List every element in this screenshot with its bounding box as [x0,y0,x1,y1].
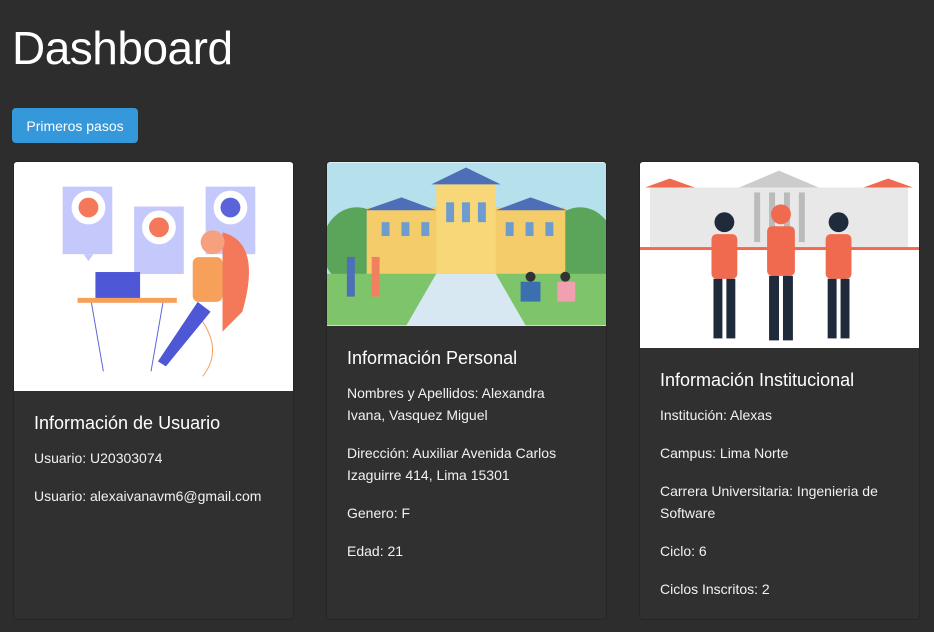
career-field: Carrera Universitaria: Ingenieria de Sof… [660,483,878,521]
primeros-pasos-button[interactable]: Primeros pasos [12,108,138,143]
campus-students-illustration-icon [327,162,606,326]
card-title: Información de Usuario [34,413,221,433]
card-title: Información Institucional [660,370,855,390]
cycle-field: Ciclo: 6 [660,543,707,559]
page-title: Dashboard [12,22,233,74]
age-field: Edad: 21 [347,543,404,559]
full-name-field: Nombres y Apellidos: Alexandra Ivana, Va… [347,385,545,423]
institution-field: Institución: Alexas [660,407,773,423]
user-info-card: Información de Usuario Usuario: U2030307… [13,161,294,620]
email-field: Usuario: alexaivanavm6@gmail.com [34,488,262,504]
institutional-info-card: Información Institucional Institución: A… [639,161,920,620]
card-title: Información Personal [347,348,518,368]
university-students-illustration-icon [640,162,919,348]
enrolled-cycles-field: Ciclos Inscritos: 2 [660,581,770,597]
username-field: Usuario: U20303074 [34,450,163,466]
support-agent-illustration-icon [14,162,293,391]
address-field: Dirección: Auxiliar Avenida Carlos Izagu… [347,445,557,483]
gender-field: Genero: F [347,505,411,521]
campus-field: Campus: Lima Norte [660,445,789,461]
personal-info-card: Información Personal Nombres y Apellidos… [326,161,607,620]
